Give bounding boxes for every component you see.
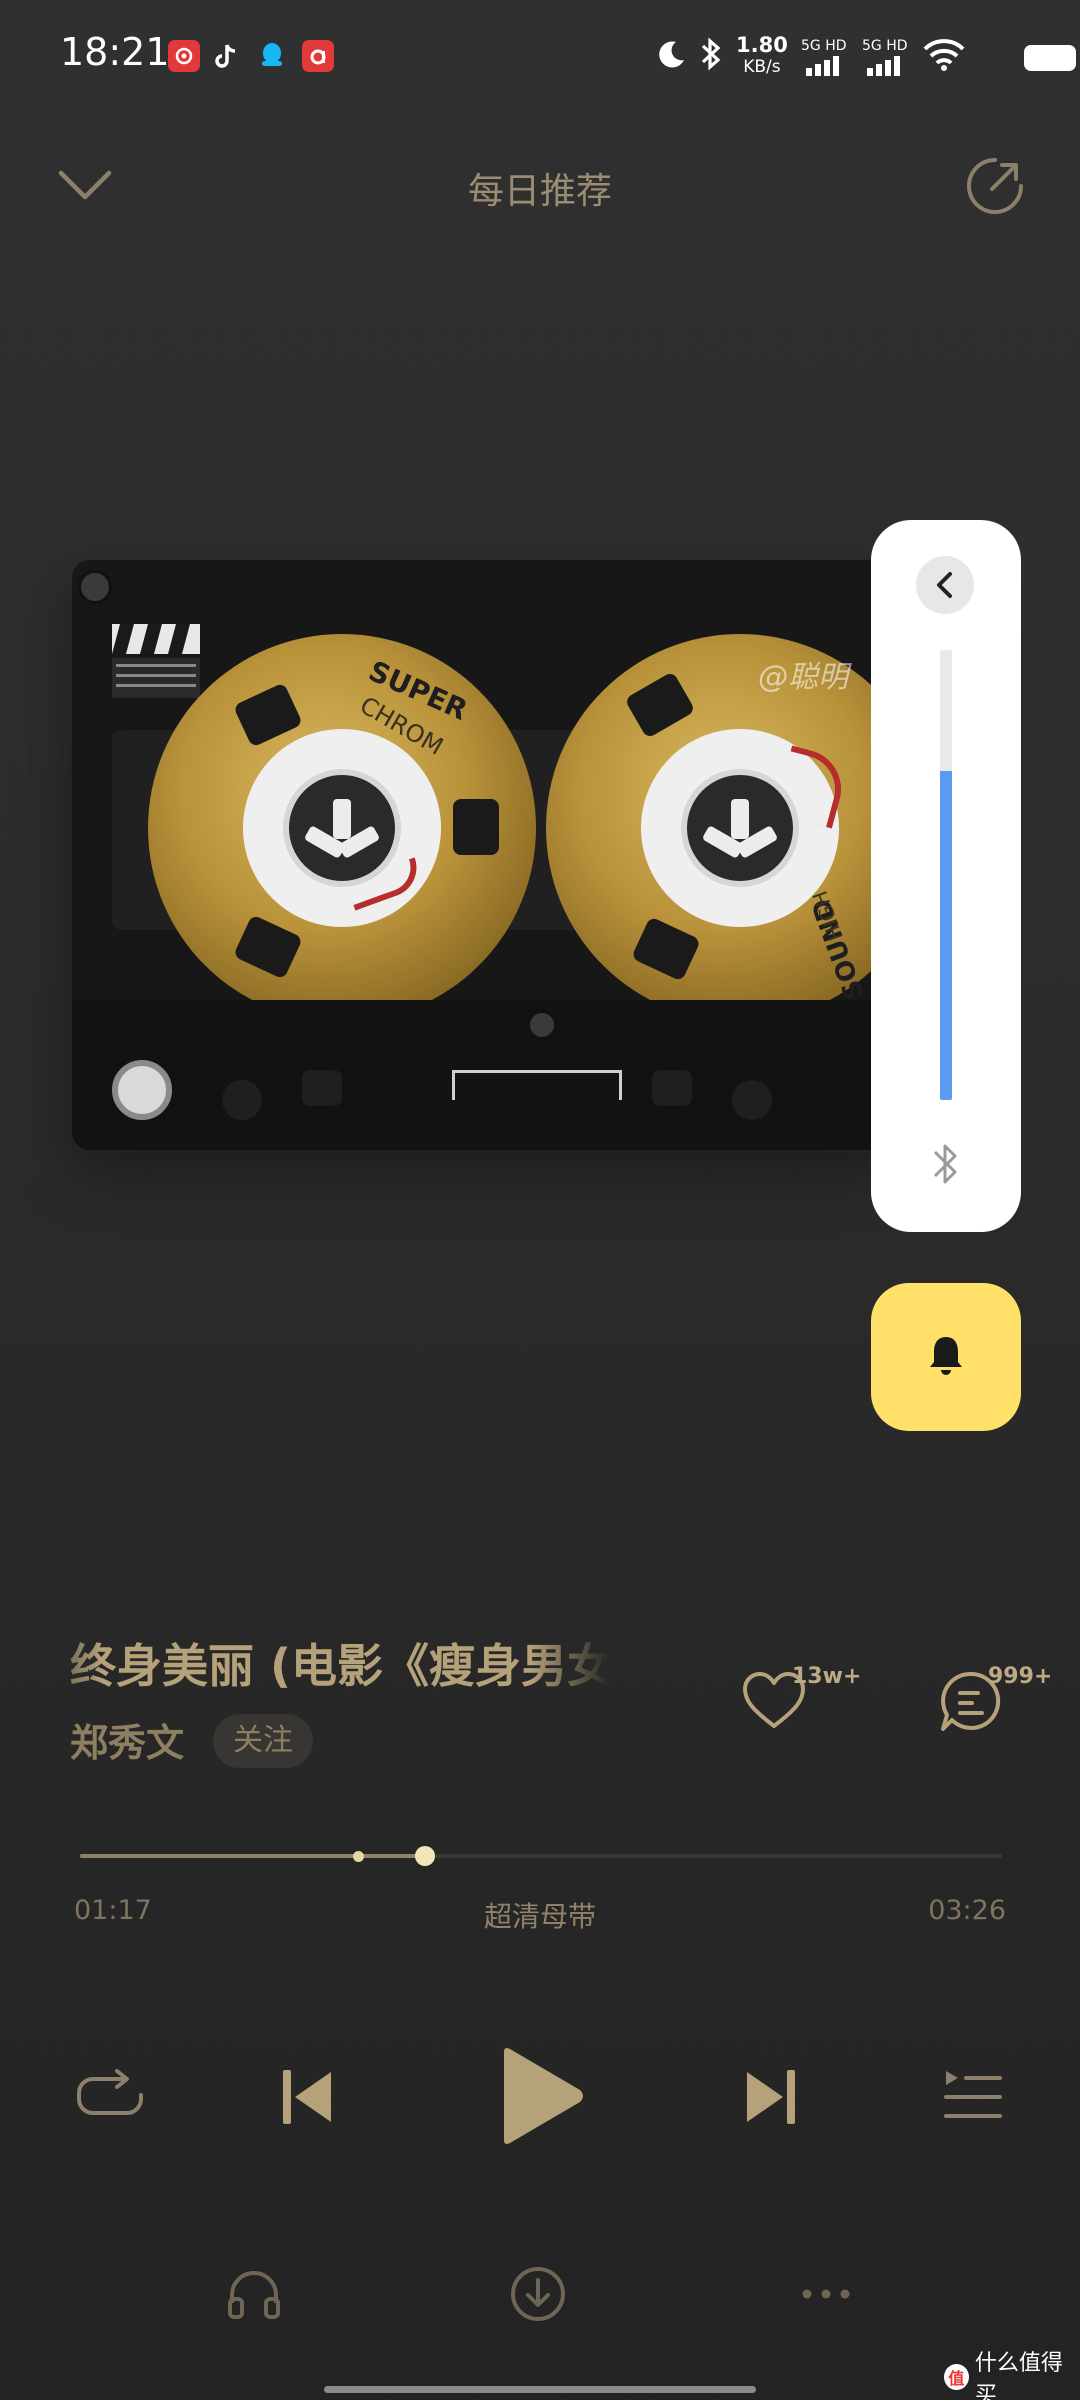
bluetooth-icon — [929, 1138, 963, 1194]
net-speed: 1.80 KB/s — [736, 33, 788, 77]
sim2-label: 5G HD — [862, 38, 908, 54]
acfun-icon — [302, 40, 334, 72]
status-time: 18:21 — [60, 30, 170, 74]
qq-icon — [256, 40, 288, 72]
song-title: 终身美丽 (电影《瘦身男女》主题曲) — [70, 1639, 610, 1693]
status-indicators: 1.80 KB/s 5G HD 5G HD — [640, 0, 1080, 110]
bluetooth-icon — [696, 36, 726, 76]
playlist-icon[interactable] — [938, 2062, 1008, 2132]
clapperboard-icon — [112, 624, 202, 708]
like-count: 13w+ — [792, 1664, 862, 1689]
screw-icon — [78, 570, 112, 604]
chevron-left-icon[interactable] — [916, 556, 974, 614]
play-icon[interactable] — [490, 2040, 590, 2152]
repeat-icon[interactable] — [70, 2062, 150, 2132]
progress-marker — [353, 1851, 365, 1862]
sim1-label: 5G HD — [801, 38, 847, 54]
volume-level — [940, 771, 952, 1100]
progress-thumb[interactable] — [414, 1846, 435, 1866]
progress-bar[interactable] — [80, 1854, 1002, 1858]
progress-played — [80, 1854, 425, 1858]
bell-icon — [926, 1333, 966, 1381]
site-watermark: 值 什么值得买 — [944, 2351, 1080, 2400]
reel-hub — [243, 729, 441, 927]
ring-mode-button[interactable] — [871, 1283, 1021, 1431]
volume-slider[interactable] — [940, 650, 952, 1100]
comment-count: 999+ — [988, 1664, 1053, 1689]
headphones-icon[interactable] — [222, 2262, 286, 2326]
total-time: 03:26 — [928, 1895, 1006, 1926]
net-speed-unit: KB/s — [743, 57, 781, 77]
artist-name[interactable]: 郑秀文 — [70, 1712, 184, 1767]
next-icon[interactable] — [736, 2062, 806, 2132]
home-indicator[interactable] — [324, 2386, 756, 2393]
moon-icon — [656, 38, 688, 74]
download-icon[interactable] — [506, 2262, 570, 2326]
sound-quality[interactable]: 超清母带 — [0, 1895, 1080, 1935]
follow-button[interactable]: 关注 — [213, 1714, 313, 1768]
net-speed-value: 1.80 — [736, 33, 788, 57]
watermark-badge: 值 — [944, 2364, 969, 2390]
signal-icon-2 — [865, 56, 905, 80]
netease-music-icon — [168, 40, 200, 72]
left-reel: SUPER CHROM — [148, 634, 536, 1022]
album-cassette-artwork: SUPER CHROM SOUND HIGH @聪明 — [72, 560, 892, 1150]
more-icon[interactable] — [792, 2272, 860, 2316]
volume-panel — [871, 520, 1021, 1232]
artwork-watermark: @聪明 — [758, 660, 848, 695]
status-bar: 18:21 1.80 KB/s 5G HD 5G HD — [0, 0, 1080, 110]
previous-icon[interactable] — [272, 2062, 342, 2132]
cassette-bottom — [72, 1000, 892, 1150]
share-icon[interactable] — [960, 150, 1030, 222]
signal-icon — [804, 56, 844, 80]
battery-icon — [1024, 45, 1076, 71]
page-title: 每日推荐 — [467, 171, 612, 212]
wifi-icon — [922, 38, 966, 76]
tiktok-icon — [210, 40, 242, 72]
watermark-text: 什么值得买 — [974, 2351, 1063, 2400]
